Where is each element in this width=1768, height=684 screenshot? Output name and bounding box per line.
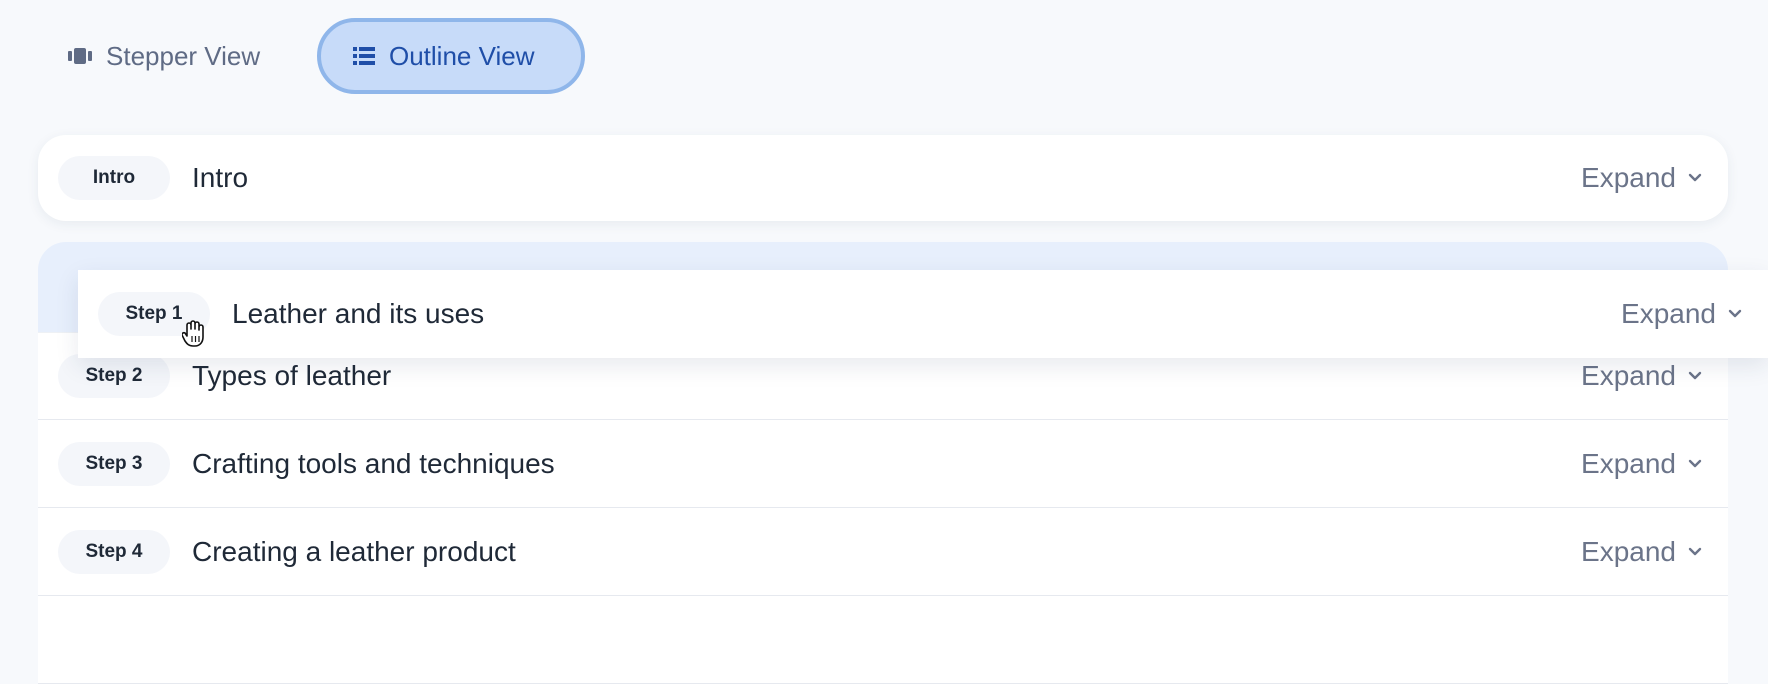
step-badge: Step 2 <box>58 354 170 398</box>
outline-view-button[interactable]: Outline View <box>317 18 585 94</box>
chevron-down-icon <box>1688 547 1702 557</box>
stepper-view-label: Stepper View <box>106 40 261 71</box>
expand-label: Expand <box>1581 535 1676 567</box>
chevron-down-icon <box>1688 371 1702 381</box>
chevron-down-icon <box>1688 459 1702 469</box>
intro-row[interactable]: Intro Intro Expand <box>38 135 1728 221</box>
list-icon <box>353 46 375 66</box>
step-expand-button[interactable]: Expand <box>1581 448 1702 480</box>
step-expand-button[interactable]: Expand <box>1581 360 1702 392</box>
outline-view-label: Outline View <box>389 40 535 71</box>
step-title: Creating a leather product <box>192 535 516 567</box>
expand-label: Expand <box>1581 447 1676 479</box>
intro-badge: Intro <box>58 156 170 200</box>
step-title: Types of leather <box>192 360 392 391</box>
step-title: Leather and its uses <box>232 298 485 329</box>
step-badge: Step 3 <box>58 441 170 486</box>
expand-label: Expand <box>1581 360 1676 391</box>
view-toggle: Stepper View Outline View <box>0 0 1768 120</box>
stepper-view-button[interactable]: Stepper View <box>46 18 306 94</box>
step-badge: Step 4 <box>58 529 170 574</box>
step-expand-button[interactable]: Expand <box>1621 298 1742 330</box>
grab-hand-icon <box>181 318 208 353</box>
expand-label: Expand <box>1621 298 1716 329</box>
intro-expand-button[interactable]: Expand <box>1581 162 1702 194</box>
step-title: Crafting tools and techniques <box>192 447 555 479</box>
chevron-down-icon <box>1728 309 1742 319</box>
chevron-down-icon <box>1688 173 1702 183</box>
list-item[interactable]: Step 3 Crafting tools and techniques Exp… <box>38 420 1728 508</box>
expand-label: Expand <box>1581 162 1676 193</box>
list-item[interactable]: Step 4 Creating a leather product Expand <box>38 508 1728 596</box>
list-item[interactable] <box>38 596 1728 684</box>
step-expand-button[interactable]: Expand <box>1581 536 1702 568</box>
dragging-step-row[interactable]: Step 1 Leather and its uses Expand <box>78 270 1768 358</box>
film-strip-icon <box>68 46 92 66</box>
intro-title: Intro <box>192 162 249 193</box>
